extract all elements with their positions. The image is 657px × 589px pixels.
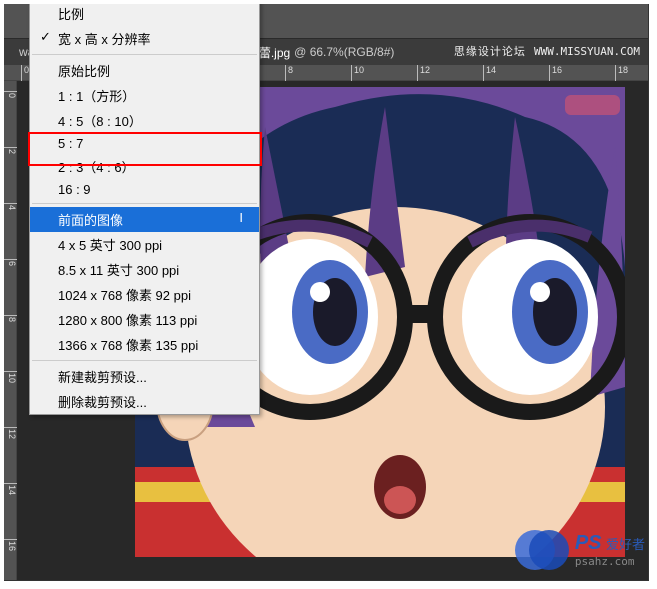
ruler-tick: 18	[615, 65, 628, 81]
logo-domain: psahz.com	[575, 555, 645, 568]
ruler-tick: 8	[285, 65, 293, 81]
ruler-tick: 16	[1, 539, 17, 551]
separator	[32, 203, 257, 204]
watermark-url: WWW.MISSYUAN.COM	[534, 45, 640, 58]
source-watermark: 思缘设计论坛 WWW.MISSYUAN.COM	[454, 43, 640, 59]
dd-size-preset-1[interactable]: 8.5 x 11 英寸 300 ppi	[30, 257, 259, 282]
tab-zoom-info: @ 66.7%(RGB/8#)	[294, 45, 394, 59]
dd-footer-1[interactable]: 删除裁剪预设...	[30, 389, 259, 414]
dd-ratio-header[interactable]: 比例	[30, 1, 259, 26]
vertical-ruler: 0 2 4 6 8 10 12 14 16	[1, 81, 17, 580]
ps-logo-icon	[515, 523, 569, 577]
ruler-tick: 14	[1, 483, 17, 495]
ruler-tick: 4	[1, 203, 17, 210]
watermark-text: 思缘设计论坛	[454, 46, 526, 58]
ruler-tick: 2	[1, 147, 17, 154]
ruler-tick: 0	[21, 65, 29, 81]
dd-ratio-preset-2[interactable]: 5 : 7	[30, 133, 259, 154]
dd-front-image[interactable]: 前面的图像 I	[30, 207, 259, 232]
dd-shortcut: I	[239, 210, 243, 229]
dd-original-ratio[interactable]: 原始比例	[30, 58, 259, 83]
dd-size-preset-2[interactable]: 1024 x 768 像素 92 ppi	[30, 282, 259, 307]
dd-footer-0[interactable]: 新建裁剪预设...	[30, 364, 259, 389]
logo-letters: PS	[575, 532, 602, 554]
dd-size-preset-3[interactable]: 1280 x 800 像素 113 ppi	[30, 307, 259, 332]
dd-wxhxres[interactable]: 宽 x 高 x 分辨率	[30, 26, 259, 51]
ruler-tick: 0	[1, 91, 17, 98]
ruler-tick: 12	[417, 65, 430, 81]
dd-ratio-preset-4[interactable]: 16 : 9	[30, 179, 259, 200]
dd-ratio-preset-0[interactable]: 1 : 1（方形）	[30, 83, 259, 108]
dd-ratio-preset-1[interactable]: 4 : 5（8 : 10）	[30, 108, 259, 133]
crop-preset-dropdown: 比例 宽 x 高 x 分辨率 原始比例 1 : 1（方形）4 : 5（8 : 1…	[29, 0, 260, 415]
dd-selected-label: 前面的图像	[58, 210, 123, 229]
separator	[32, 360, 257, 361]
ruler-tick: 6	[1, 259, 17, 266]
ruler-tick: 16	[549, 65, 562, 81]
site-watermark: PS 爱好者 psahz.com	[515, 523, 645, 577]
dd-ratio-preset-3[interactable]: 2 : 3（4 : 6）	[30, 154, 259, 179]
dd-size-preset-4[interactable]: 1366 x 768 像素 135 ppi	[30, 332, 259, 357]
logo-text: 爱好者	[606, 537, 645, 552]
separator	[32, 54, 257, 55]
ruler-tick: 8	[1, 315, 17, 322]
ruler-tick: 10	[351, 65, 364, 81]
ruler-tick: 10	[1, 371, 17, 383]
ruler-tick: 14	[483, 65, 496, 81]
ruler-tick: 12	[1, 427, 17, 439]
dd-size-preset-0[interactable]: 4 x 5 英寸 300 ppi	[30, 232, 259, 257]
